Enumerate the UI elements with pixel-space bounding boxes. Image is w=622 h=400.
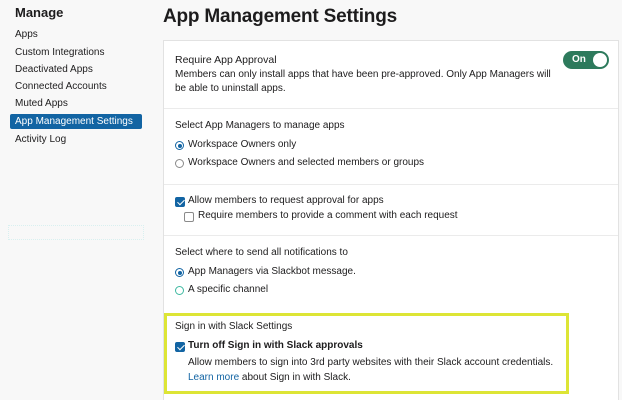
turn-off-signin-checkbox[interactable] bbox=[175, 342, 185, 352]
signin-description: Allow members to sign into 3rd party web… bbox=[188, 357, 554, 368]
approval-title: Require App Approval bbox=[175, 54, 277, 66]
radio-specific-channel[interactable] bbox=[175, 286, 184, 295]
approval-description: Members can only install apps that have … bbox=[175, 69, 551, 94]
managers-title: Select App Managers to manage apps bbox=[175, 120, 345, 131]
sidebar-item-muted-apps[interactable]: Muted Apps bbox=[10, 96, 142, 111]
signin-learn-more-line: Learn more about Sign in with Slack. bbox=[188, 371, 351, 385]
option-slackbot-label: App Managers via Slackbot message. bbox=[188, 266, 356, 277]
toggle-knob bbox=[593, 53, 607, 67]
sidebar-item-deactivated-apps[interactable]: Deactivated Apps bbox=[10, 62, 142, 77]
learn-more-suffix: about Sign in with Slack. bbox=[239, 372, 351, 383]
sidebar-item-custom-integrations[interactable]: Custom Integrations bbox=[10, 45, 142, 60]
sidebar: Manage Apps Custom Integrations Deactiva… bbox=[0, 0, 150, 400]
option-owners-and-selected-label: Workspace Owners and selected members or… bbox=[188, 157, 425, 168]
allow-request-checkbox[interactable] bbox=[175, 197, 185, 207]
radio-slackbot[interactable] bbox=[175, 268, 184, 277]
require-approval-toggle[interactable]: On bbox=[563, 51, 609, 69]
sidebar-item-apps[interactable]: Apps bbox=[10, 27, 142, 42]
learn-more-link[interactable]: Learn more bbox=[188, 372, 239, 383]
require-comment-label: Require members to provide a comment wit… bbox=[198, 210, 458, 221]
sidebar-item-activity-log[interactable]: Activity Log bbox=[10, 132, 142, 147]
sidebar-title: Manage bbox=[15, 5, 64, 20]
signin-title: Sign in with Slack Settings bbox=[175, 321, 293, 332]
radio-owners-and-selected[interactable] bbox=[175, 159, 184, 168]
drop-placeholder bbox=[8, 225, 144, 240]
turn-off-signin-label: Turn off Sign in with Slack approvals bbox=[188, 340, 363, 351]
notifications-title: Select where to send all notifications t… bbox=[175, 247, 348, 258]
allow-request-label: Allow members to request approval for ap… bbox=[188, 195, 384, 206]
divider bbox=[164, 184, 618, 185]
sidebar-item-app-management-settings[interactable]: App Management Settings bbox=[10, 114, 142, 129]
divider bbox=[164, 235, 618, 236]
sidebar-item-connected-accounts[interactable]: Connected Accounts bbox=[10, 79, 142, 94]
radio-workspace-owners-only[interactable] bbox=[175, 141, 184, 150]
divider bbox=[164, 108, 618, 109]
option-workspace-owners-only-label: Workspace Owners only bbox=[188, 139, 297, 150]
page-title: App Management Settings bbox=[163, 6, 397, 27]
require-comment-checkbox[interactable] bbox=[184, 212, 194, 222]
option-specific-channel-label: A specific channel bbox=[188, 284, 269, 295]
toggle-label: On bbox=[572, 54, 586, 65]
